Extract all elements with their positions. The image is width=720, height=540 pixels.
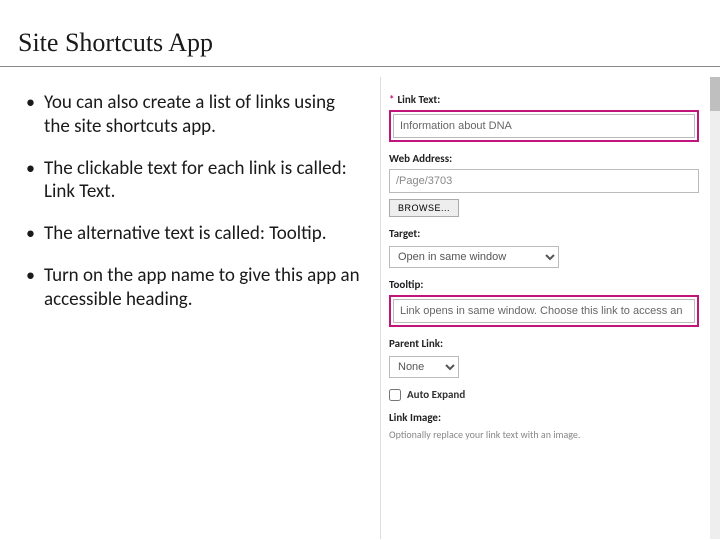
web-address-label: Web Address: (389, 152, 699, 165)
required-icon: * (389, 93, 394, 106)
list-item: You can also create a list of links usin… (22, 91, 360, 139)
parent-link-select[interactable]: None (389, 356, 459, 378)
auto-expand-label: Auto Expand (407, 388, 465, 401)
bullet-list: You can also create a list of links usin… (22, 91, 360, 311)
link-text-label: *Link Text: (389, 93, 699, 106)
content-row: You can also create a list of links usin… (0, 77, 720, 539)
auto-expand-checkbox[interactable] (389, 389, 401, 401)
tooltip-label: Tooltip: (389, 278, 699, 291)
tooltip-input[interactable] (393, 299, 695, 323)
left-column: You can also create a list of links usin… (0, 77, 370, 539)
scrollbar-thumb[interactable] (710, 77, 720, 111)
list-item: Turn on the app name to give this app an… (22, 264, 360, 312)
browse-button[interactable]: BROWSE... (389, 199, 459, 217)
link-text-highlight (389, 110, 699, 142)
link-image-label: Link Image: (389, 411, 699, 424)
link-image-help: Optionally replace your link text with a… (389, 428, 699, 441)
page-title: Site Shortcuts App (0, 0, 720, 67)
list-item: The alternative text is called: Tooltip. (22, 222, 360, 246)
web-address-input[interactable] (389, 169, 699, 193)
target-label: Target: (389, 227, 699, 240)
tooltip-highlight (389, 295, 699, 327)
parent-link-label: Parent Link: (389, 337, 699, 350)
link-text-input[interactable] (393, 114, 695, 138)
form-panel: *Link Text: Web Address: BROWSE... Targe… (380, 77, 714, 539)
list-item: The clickable text for each link is call… (22, 157, 360, 205)
target-select[interactable]: Open in same window (389, 246, 559, 268)
auto-expand-row: Auto Expand (389, 388, 699, 401)
right-column: *Link Text: Web Address: BROWSE... Targe… (370, 77, 720, 539)
scrollbar-track[interactable] (710, 77, 720, 539)
